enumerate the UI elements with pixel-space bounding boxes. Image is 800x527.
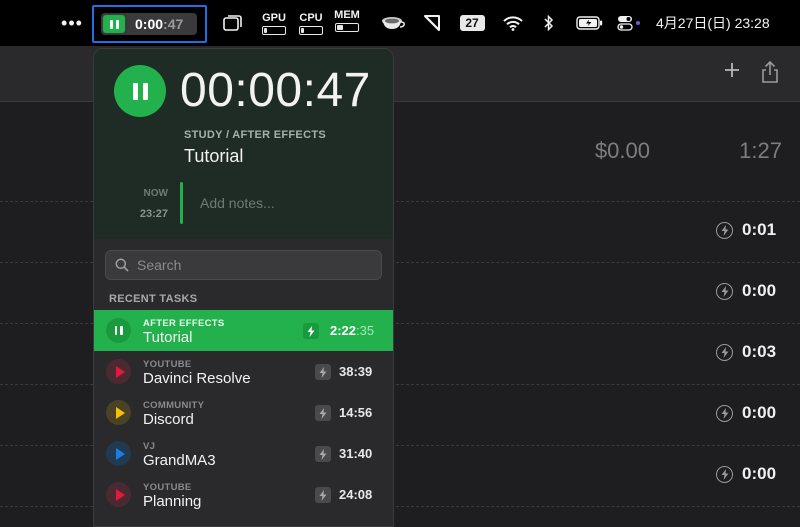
total-amount: $0.00 bbox=[594, 138, 650, 163]
current-project[interactable]: STUDY / AFTER EFFECTS bbox=[184, 129, 326, 141]
bolt-icon bbox=[716, 404, 733, 422]
pause-button[interactable] bbox=[114, 65, 166, 117]
bolt-icon bbox=[315, 487, 331, 503]
now-indicator bbox=[180, 182, 183, 224]
play-icon[interactable] bbox=[106, 482, 131, 507]
task-row-planning[interactable]: YOUTUBE Planning 24:08 bbox=[94, 474, 393, 515]
window-icon[interactable] bbox=[222, 0, 244, 46]
bolt-icon bbox=[716, 282, 733, 300]
total-duration: 1:27 bbox=[739, 138, 782, 163]
battery-icon[interactable] bbox=[575, 0, 605, 46]
share-icon[interactable] bbox=[760, 60, 782, 86]
pause-icon[interactable] bbox=[106, 318, 131, 343]
play-icon[interactable] bbox=[106, 441, 131, 466]
entry-duration[interactable]: 0:00 bbox=[716, 462, 796, 486]
task-project: YOUTUBE bbox=[143, 359, 192, 370]
task-duration: 2:22:35 bbox=[330, 323, 375, 338]
cpu-label: CPU bbox=[299, 11, 323, 24]
mem-monitor[interactable]: MEM bbox=[333, 0, 361, 46]
task-project: YOUTUBE bbox=[143, 482, 192, 493]
search-field[interactable] bbox=[105, 250, 382, 280]
bolt-icon bbox=[315, 405, 331, 421]
wifi-icon[interactable] bbox=[500, 0, 526, 46]
control-center-icon[interactable] bbox=[614, 0, 644, 46]
task-duration: 24:08 bbox=[339, 487, 373, 502]
task-name: Discord bbox=[143, 411, 194, 428]
play-icon[interactable] bbox=[106, 359, 131, 384]
more-icon[interactable]: ••• bbox=[60, 0, 84, 46]
navigation-icon[interactable] bbox=[420, 0, 444, 46]
task-duration: 14:56 bbox=[339, 405, 373, 420]
gpu-bar bbox=[262, 25, 286, 35]
coffee-cup-icon[interactable] bbox=[378, 0, 408, 46]
bolt-icon bbox=[315, 446, 331, 462]
entry-duration[interactable]: 0:00 bbox=[716, 279, 796, 303]
timer-popover: 00:00:47 STUDY / AFTER EFFECTS Tutorial … bbox=[93, 48, 394, 527]
task-name: Planning bbox=[143, 493, 202, 510]
timer-menubar-item[interactable]: 0:00:47 bbox=[101, 13, 197, 35]
task-row-discord[interactable]: COMMUNITY Discord 14:56 bbox=[94, 392, 393, 433]
task-duration: 38:39 bbox=[339, 364, 373, 379]
search-input[interactable] bbox=[137, 257, 357, 273]
bolt-icon bbox=[716, 343, 733, 361]
bolt-icon bbox=[303, 323, 319, 339]
task-name: Tutorial bbox=[143, 329, 193, 346]
play-icon[interactable] bbox=[106, 400, 131, 425]
current-task-title[interactable]: Tutorial bbox=[184, 146, 243, 167]
calendar-icon[interactable]: 27 bbox=[459, 0, 485, 46]
task-duration: 31:40 bbox=[339, 446, 373, 461]
cpu-monitor[interactable]: CPU bbox=[297, 0, 325, 46]
search-icon bbox=[115, 258, 129, 272]
task-name: GrandMA3 bbox=[143, 452, 216, 469]
bolt-icon bbox=[716, 221, 733, 239]
task-project: COMMUNITY bbox=[143, 400, 205, 411]
current-timer-panel: 00:00:47 STUDY / AFTER EFFECTS Tutorial … bbox=[94, 49, 393, 239]
calendar-day: 27 bbox=[459, 15, 485, 31]
bolt-icon bbox=[716, 465, 733, 483]
task-row-davinci-resolve[interactable]: YOUTUBE Davinci Resolve 38:39 bbox=[94, 351, 393, 392]
task-row-grandma3[interactable]: VJ GrandMA3 31:40 bbox=[94, 433, 393, 474]
menubar-timer-text: 0:00:47 bbox=[135, 16, 184, 32]
now-label: NOW bbox=[143, 188, 168, 199]
timer-menubar-highlight[interactable]: 0:00:47 bbox=[92, 5, 207, 43]
recent-tasks-heading: RECENT TASKS bbox=[109, 293, 198, 305]
entry-duration[interactable]: 0:03 bbox=[716, 340, 796, 364]
pause-icon bbox=[132, 82, 148, 100]
pause-icon[interactable] bbox=[103, 15, 125, 33]
gpu-monitor[interactable]: GPU bbox=[260, 0, 288, 46]
mem-label: MEM bbox=[334, 8, 360, 21]
task-project: AFTER EFFECTS bbox=[143, 318, 225, 329]
mem-bar bbox=[335, 22, 359, 32]
entry-duration[interactable]: 0:00 bbox=[716, 401, 796, 425]
task-project: VJ bbox=[143, 441, 156, 452]
menubar-clock[interactable]: 4月27日(日) 23:28 bbox=[656, 0, 784, 46]
task-name: Davinci Resolve bbox=[143, 370, 251, 387]
notes-input[interactable]: Add notes... bbox=[200, 195, 275, 211]
now-time: 23:27 bbox=[139, 208, 168, 220]
elapsed-time: 00:00:47 bbox=[180, 64, 371, 117]
task-row-tutorial[interactable]: AFTER EFFECTS Tutorial 2:22:35 bbox=[94, 310, 393, 351]
bluetooth-icon[interactable] bbox=[540, 0, 558, 46]
menu-bar: ••• 0:00:47 GPU CPU MEM 27 4月27日(日) 23:2… bbox=[0, 0, 800, 46]
cpu-bar bbox=[299, 25, 323, 35]
bolt-icon bbox=[315, 364, 331, 380]
gpu-label: GPU bbox=[262, 11, 286, 24]
entry-duration[interactable]: 0:01 bbox=[716, 218, 796, 242]
add-button[interactable] bbox=[720, 60, 744, 84]
